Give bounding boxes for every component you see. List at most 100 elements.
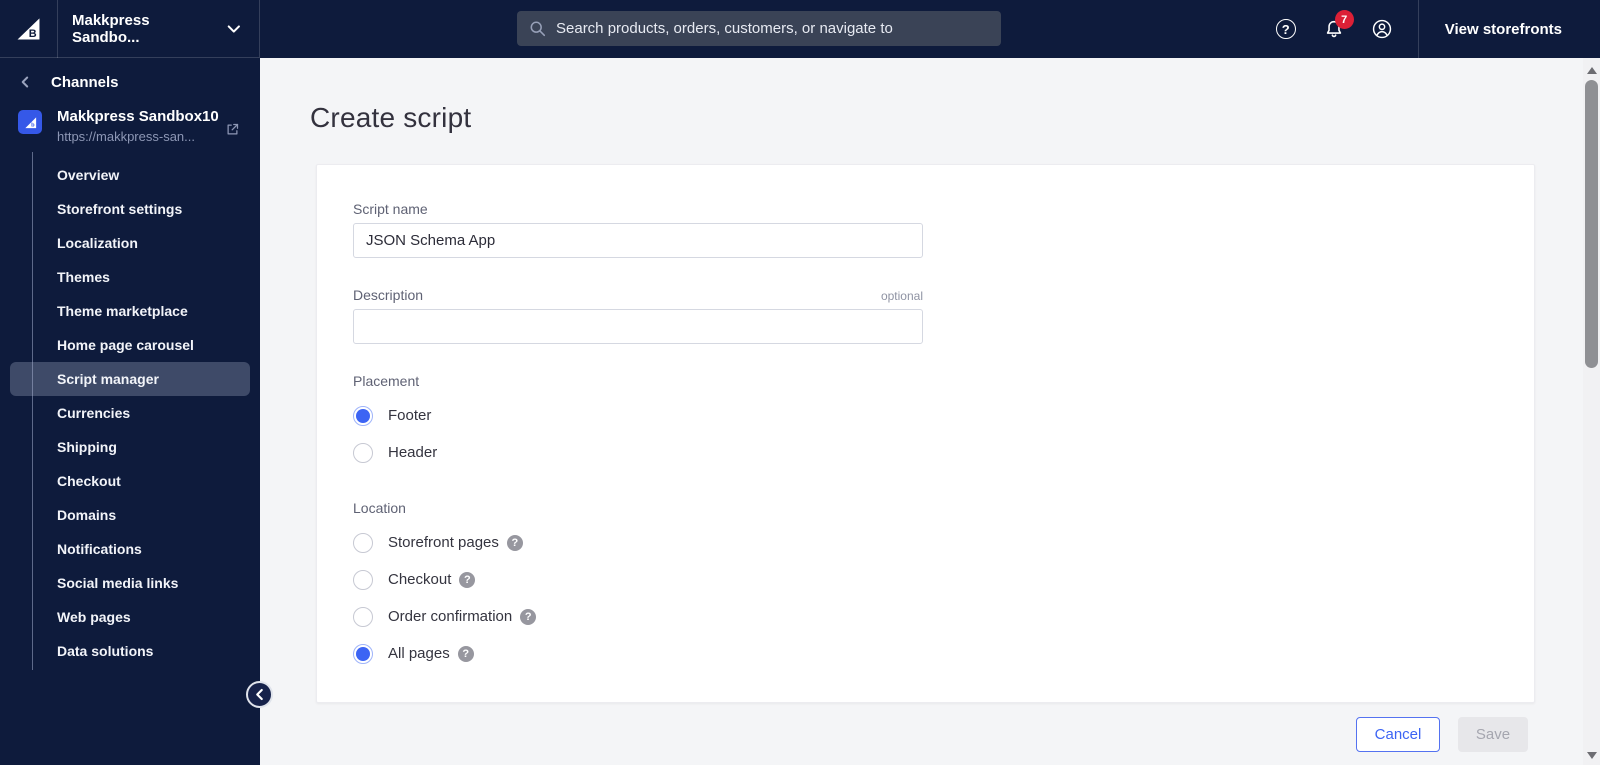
scrollbar-down-arrow-icon[interactable] xyxy=(1587,752,1597,759)
help-tooltip-icon[interactable]: ? xyxy=(520,608,537,625)
sidebar-item-label: Localization xyxy=(57,235,138,251)
radio-selected-icon[interactable] xyxy=(353,643,373,664)
sidebar-item-label: Currencies xyxy=(57,405,131,421)
notification-badge: 7 xyxy=(1334,10,1354,29)
nav-divider xyxy=(1417,0,1419,58)
sidebar-item-label: Checkout xyxy=(57,473,121,489)
radio-option-all-pages[interactable]: All pages? xyxy=(353,635,1534,672)
sidebar-item-label: Data solutions xyxy=(57,643,154,659)
scrollbar-up-arrow-icon[interactable] xyxy=(1587,67,1597,74)
radio-unselected-icon[interactable] xyxy=(353,569,373,590)
page-scrollbar[interactable] xyxy=(1583,58,1600,765)
sidebar-item-label: Notifications xyxy=(57,541,142,557)
radio-option-order-confirmation[interactable]: Order confirmation? xyxy=(353,598,1534,635)
location-label: Location xyxy=(353,500,406,516)
bigcommerce-logo[interactable]: B xyxy=(0,0,58,58)
svg-text:B: B xyxy=(29,28,37,40)
collapse-chevron-icon xyxy=(256,688,263,701)
sidebar-item-label: Shipping xyxy=(57,439,117,455)
store-switcher-label: Makkpress Sandbo... xyxy=(72,11,150,46)
search-placeholder: Search products, orders, customers, or n… xyxy=(556,20,893,37)
sidebar-item-theme-marketplace[interactable]: Theme marketplace xyxy=(0,294,260,328)
radio-option-footer[interactable]: Footer xyxy=(353,397,1534,434)
radio-option-checkout[interactable]: Checkout? xyxy=(353,561,1534,598)
svg-text:b: b xyxy=(31,122,35,128)
create-script-form-card: Script name Description optional Placeme… xyxy=(316,164,1535,703)
account-button[interactable] xyxy=(1371,18,1393,40)
radio-selected-icon[interactable] xyxy=(353,405,373,426)
sidebar: Channels b Makkpress Sandbox10 https://m… xyxy=(0,58,260,765)
radio-label: Footer xyxy=(388,407,432,424)
notifications-button[interactable]: 7 xyxy=(1323,10,1354,40)
chevron-left-icon xyxy=(21,76,29,88)
help-button[interactable]: ? xyxy=(1275,18,1297,40)
store-switcher[interactable]: Makkpress Sandbo... xyxy=(58,12,259,46)
radio-label: Order confirmation xyxy=(388,608,513,625)
sidebar-menu: Overview Storefront settings Localization T… xyxy=(0,158,260,668)
search-icon xyxy=(530,21,546,37)
help-tooltip-icon[interactable]: ? xyxy=(506,534,523,551)
scrollbar-thumb[interactable] xyxy=(1585,80,1598,368)
help-tooltip-icon[interactable]: ? xyxy=(459,571,476,588)
top-nav: B Makkpress Sandbo... Search products, o… xyxy=(0,0,1600,58)
sidebar-tree-line xyxy=(32,152,33,670)
bigcommerce-logo-icon: B xyxy=(17,18,40,40)
sidebar-item-shipping[interactable]: Shipping xyxy=(0,430,260,464)
sidebar-back-channels[interactable]: Channels xyxy=(0,62,260,102)
sidebar-item-checkout[interactable]: Checkout xyxy=(0,464,260,498)
page-title: Create script xyxy=(310,102,472,133)
main-content: Create script Script name Description op… xyxy=(260,58,1600,765)
top-nav-right: ? 7 View storefronts xyxy=(1262,0,1600,58)
sidebar-item-social-media-links[interactable]: Social media links xyxy=(0,566,260,600)
radio-unselected-icon[interactable] xyxy=(353,606,373,627)
placement-group: Placement Footer Header xyxy=(353,373,1534,471)
sidebar-item-data-solutions[interactable]: Data solutions xyxy=(0,634,260,668)
store-url: https://makkpress-san... xyxy=(57,129,195,144)
sidebar-store[interactable]: b Makkpress Sandbox10 https://makkpress-… xyxy=(0,102,260,154)
cancel-button[interactable]: Cancel xyxy=(1356,717,1440,752)
sidebar-item-label: Social media links xyxy=(57,575,179,591)
radio-option-header[interactable]: Header xyxy=(353,434,1534,471)
sidebar-item-label: Themes xyxy=(57,269,110,285)
radio-option-storefront-pages[interactable]: Storefront pages? xyxy=(353,524,1534,561)
placement-label: Placement xyxy=(353,373,420,389)
sidebar-item-domains[interactable]: Domains xyxy=(0,498,260,532)
sidebar-item-label: Domains xyxy=(57,507,117,523)
sidebar-item-script-manager[interactable]: Script manager xyxy=(10,362,250,396)
external-link-icon[interactable] xyxy=(225,122,240,142)
sidebar-item-notifications[interactable]: Notifications xyxy=(0,532,260,566)
script-name-input[interactable] xyxy=(353,223,923,258)
save-button[interactable]: Save xyxy=(1458,717,1528,752)
description-field: Description optional xyxy=(353,287,923,344)
radio-unselected-icon[interactable] xyxy=(353,442,373,463)
radio-label: Storefront pages xyxy=(388,534,499,551)
location-group: Location Storefront pages? Checkout? Order… xyxy=(353,500,1534,672)
radio-unselected-icon[interactable] xyxy=(353,532,373,553)
sidebar-item-label: Web pages xyxy=(57,609,131,625)
brand-area: B Makkpress Sandbo... xyxy=(0,0,260,58)
sidebar-item-home-page-carousel[interactable]: Home page carousel xyxy=(0,328,260,362)
sidebar-item-currencies[interactable]: Currencies xyxy=(0,396,260,430)
description-input[interactable] xyxy=(353,309,923,344)
sidebar-item-localization[interactable]: Localization xyxy=(0,226,260,260)
script-name-label: Script name xyxy=(353,201,428,217)
sidebar-item-label: Theme marketplace xyxy=(57,303,188,319)
optional-badge: optional xyxy=(880,289,923,303)
sidebar-item-label: Overview xyxy=(57,167,120,183)
radio-label: Header xyxy=(388,444,438,461)
store-name: Makkpress Sandbox10 xyxy=(57,108,219,125)
view-storefronts-button[interactable]: View storefronts xyxy=(1445,21,1562,38)
sidebar-item-label: Storefront settings xyxy=(57,201,183,217)
sidebar-item-web-pages[interactable]: Web pages xyxy=(0,600,260,634)
description-label: Description xyxy=(353,287,424,303)
sidebar-item-themes[interactable]: Themes xyxy=(0,260,260,294)
radio-label: All pages xyxy=(388,645,450,662)
channels-label: Channels xyxy=(51,73,119,91)
account-icon xyxy=(1372,19,1391,39)
sidebar-collapse-button[interactable] xyxy=(246,681,273,708)
sidebar-item-overview[interactable]: Overview xyxy=(0,158,260,192)
sidebar-item-label: Script manager xyxy=(57,371,159,387)
global-search-input[interactable]: Search products, orders, customers, or n… xyxy=(517,11,1001,46)
help-tooltip-icon[interactable]: ? xyxy=(457,645,474,662)
sidebar-item-storefront-settings[interactable]: Storefront settings xyxy=(0,192,260,226)
